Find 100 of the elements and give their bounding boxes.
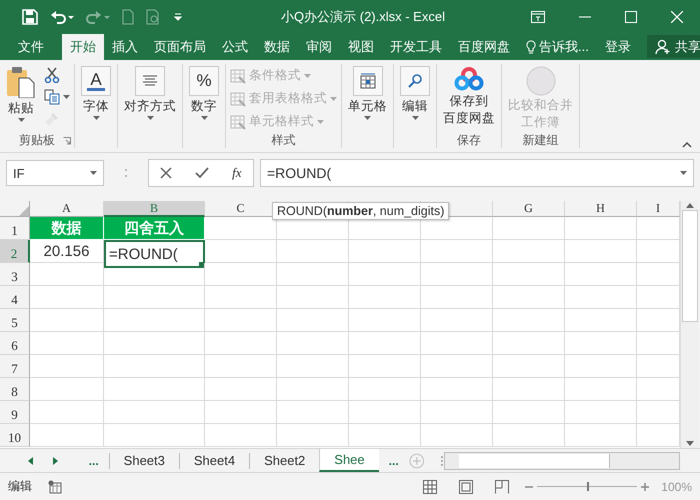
ribbon-button[interactable]: 粘贴 (4, 64, 38, 124)
checkmark-icon[interactable] (195, 167, 210, 179)
table-cell[interactable] (565, 424, 637, 447)
maximize-icon[interactable] (625, 11, 637, 23)
table-cell[interactable] (205, 378, 277, 401)
table-cell[interactable] (493, 355, 565, 378)
row-header[interactable]: 4 (0, 286, 30, 309)
ribbon-button[interactable]: 对齐方式 (122, 64, 178, 122)
table-cell[interactable] (205, 263, 277, 286)
table-cell[interactable] (565, 240, 637, 263)
save-icon[interactable] (22, 9, 38, 25)
table-cell[interactable] (421, 378, 493, 401)
table-cell[interactable] (277, 309, 349, 332)
table-cell[interactable] (493, 309, 565, 332)
table-cell[interactable] (205, 286, 277, 309)
table-cell[interactable] (205, 309, 277, 332)
table-cell[interactable] (349, 286, 421, 309)
sheet-tab[interactable]: Sheet3 (108, 452, 179, 468)
row-header[interactable]: 10 (0, 424, 30, 447)
row-header[interactable]: 3 (0, 263, 30, 286)
table-cell[interactable] (30, 309, 104, 332)
table-cell[interactable] (205, 355, 277, 378)
row-header[interactable]: 9 (0, 401, 30, 424)
sheet-tab[interactable]: Shee (319, 448, 379, 472)
ribbon-tab[interactable]: 百度网盘 (450, 34, 518, 60)
table-cell[interactable] (421, 263, 493, 286)
table-cell[interactable] (277, 286, 349, 309)
table-cell[interactable] (349, 378, 421, 401)
collapse-ribbon-icon[interactable] (682, 142, 692, 148)
table-cell[interactable] (104, 263, 205, 286)
table-cell[interactable] (349, 309, 421, 332)
table-cell[interactable] (493, 424, 565, 447)
table-cell[interactable] (421, 286, 493, 309)
table-cell[interactable] (493, 401, 565, 424)
previous-sheet-icon[interactable] (28, 456, 33, 464)
row-header[interactable]: 5 (0, 309, 30, 332)
table-cell[interactable] (493, 240, 565, 263)
table-cell[interactable] (30, 378, 104, 401)
table-cell[interactable] (30, 332, 104, 355)
table-cell[interactable] (565, 332, 637, 355)
table-cell[interactable] (565, 355, 637, 378)
normal-view-icon[interactable] (423, 480, 438, 494)
customize-icon[interactable] (174, 13, 182, 21)
table-cell[interactable] (104, 286, 205, 309)
ribbon-tab[interactable]: 插入 (104, 34, 146, 60)
column-header[interactable]: C (205, 201, 277, 217)
ribbon-tab[interactable]: 公式 (214, 34, 256, 60)
undo-icon[interactable] (50, 10, 74, 24)
table-cell[interactable] (565, 217, 637, 240)
table-cell[interactable]: =ROUND( (104, 240, 205, 268)
table-cell[interactable] (421, 401, 493, 424)
ribbon-tab[interactable]: 开发工具 (382, 34, 450, 60)
ribbon-tab[interactable]: 审阅 (298, 34, 340, 60)
table-cell[interactable] (104, 309, 205, 332)
table-cell[interactable] (277, 240, 349, 263)
scroll-up-icon[interactable] (686, 203, 694, 208)
name-box[interactable]: IF (6, 160, 104, 186)
table-cell[interactable] (565, 401, 637, 424)
insert-function-button[interactable]: fx (232, 165, 242, 181)
table-cell[interactable] (421, 309, 493, 332)
table-cell[interactable] (205, 401, 277, 424)
table-cell[interactable] (30, 355, 104, 378)
table-cell[interactable] (205, 240, 277, 263)
table-cell[interactable] (277, 332, 349, 355)
horizontal-scrollbar[interactable] (444, 452, 680, 470)
cancel-icon[interactable] (160, 167, 172, 179)
page-break-icon[interactable] (495, 480, 510, 494)
document-icon[interactable] (122, 9, 134, 25)
row-header[interactable]: 1 (0, 217, 30, 240)
table-cell[interactable] (349, 401, 421, 424)
table-cell[interactable] (565, 263, 637, 286)
table-cell[interactable] (421, 240, 493, 263)
table-cell[interactable] (349, 332, 421, 355)
ribbon-button[interactable]: % 数字 (187, 64, 221, 122)
more-sheets-button[interactable]: ... (378, 454, 409, 468)
table-cell[interactable] (277, 378, 349, 401)
table-cell[interactable] (104, 378, 205, 401)
table-cell[interactable] (421, 424, 493, 447)
table-cell[interactable] (565, 378, 637, 401)
table-cell[interactable] (349, 424, 421, 447)
table-cell[interactable] (277, 263, 349, 286)
macro-recording-icon[interactable] (48, 480, 62, 494)
table-cell[interactable] (493, 217, 565, 240)
ribbon-icon-button[interactable] (44, 88, 70, 106)
table-cell[interactable] (104, 424, 205, 447)
split-handle-icon[interactable] (440, 454, 444, 466)
row-header[interactable]: 7 (0, 355, 30, 378)
row-header[interactable]: 2 (0, 240, 30, 263)
row-header[interactable]: 6 (0, 332, 30, 355)
table-cell[interactable] (493, 286, 565, 309)
ribbon-display-icon[interactable] (531, 11, 545, 23)
dialog-launcher-icon[interactable] (63, 137, 71, 145)
table-cell[interactable] (493, 332, 565, 355)
table-cell[interactable] (277, 424, 349, 447)
table-cell[interactable] (493, 378, 565, 401)
table-cell[interactable] (421, 355, 493, 378)
table-cell[interactable] (349, 240, 421, 263)
table-cell[interactable] (104, 355, 205, 378)
formula-field[interactable]: =ROUND( (260, 159, 694, 187)
select-all-button[interactable] (0, 201, 30, 217)
